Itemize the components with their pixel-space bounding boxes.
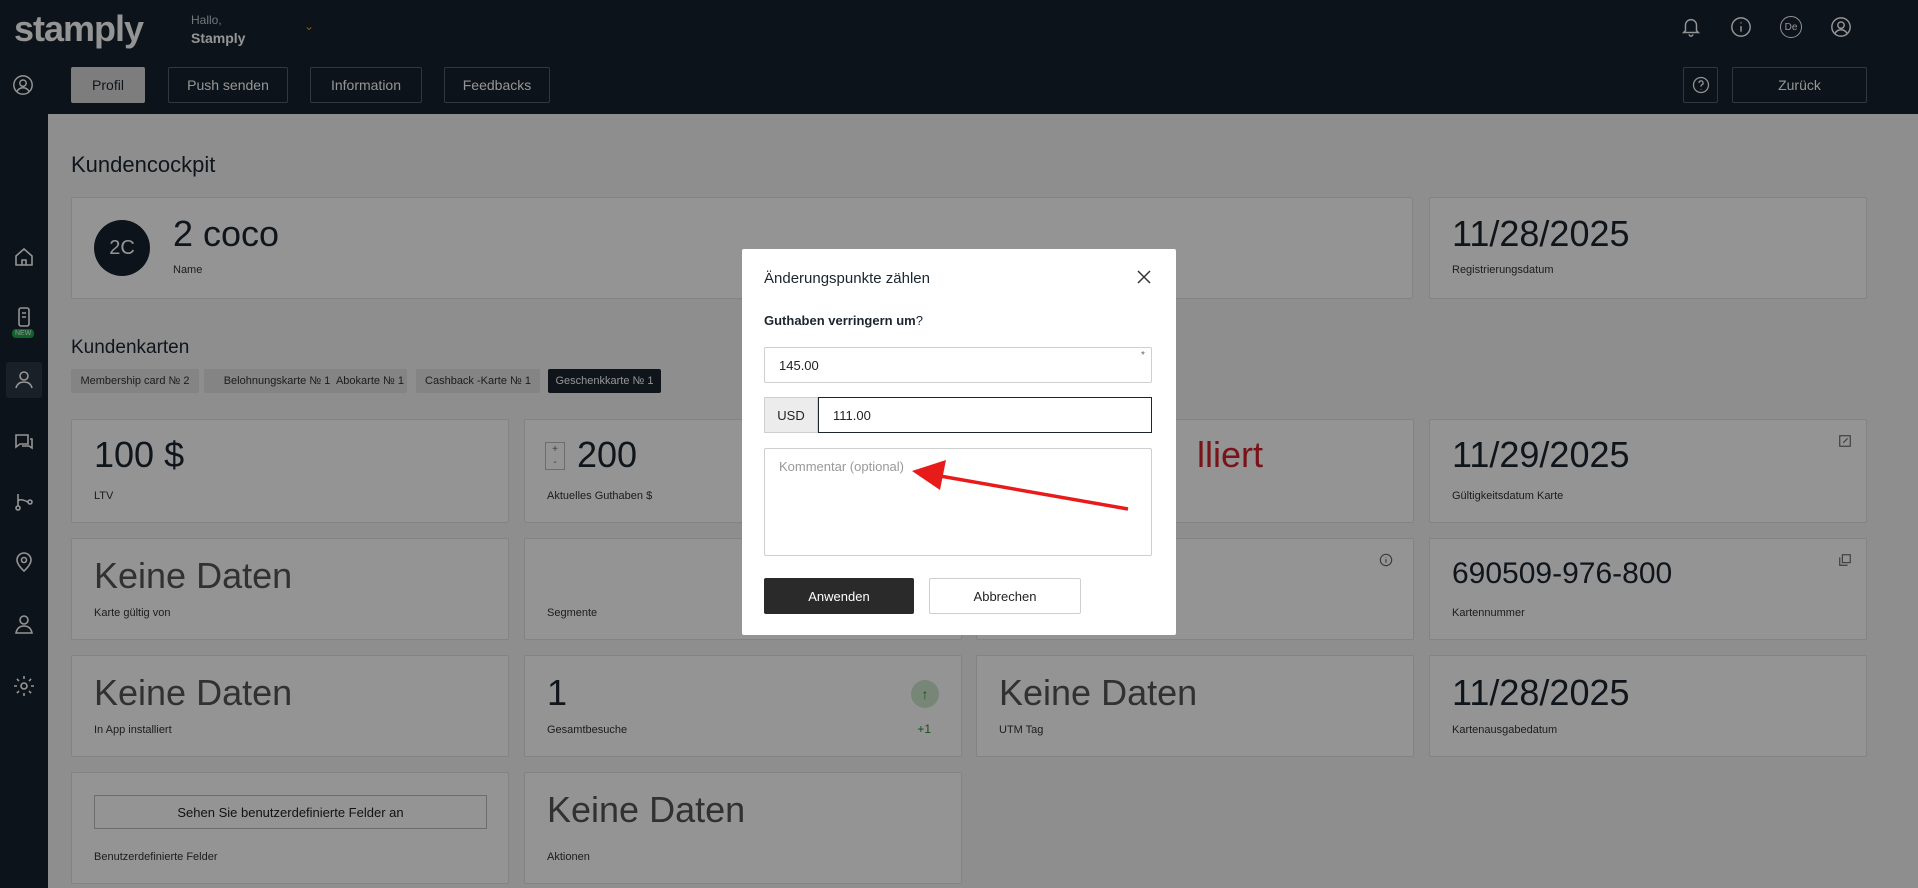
annotation-arrow <box>912 460 1129 511</box>
